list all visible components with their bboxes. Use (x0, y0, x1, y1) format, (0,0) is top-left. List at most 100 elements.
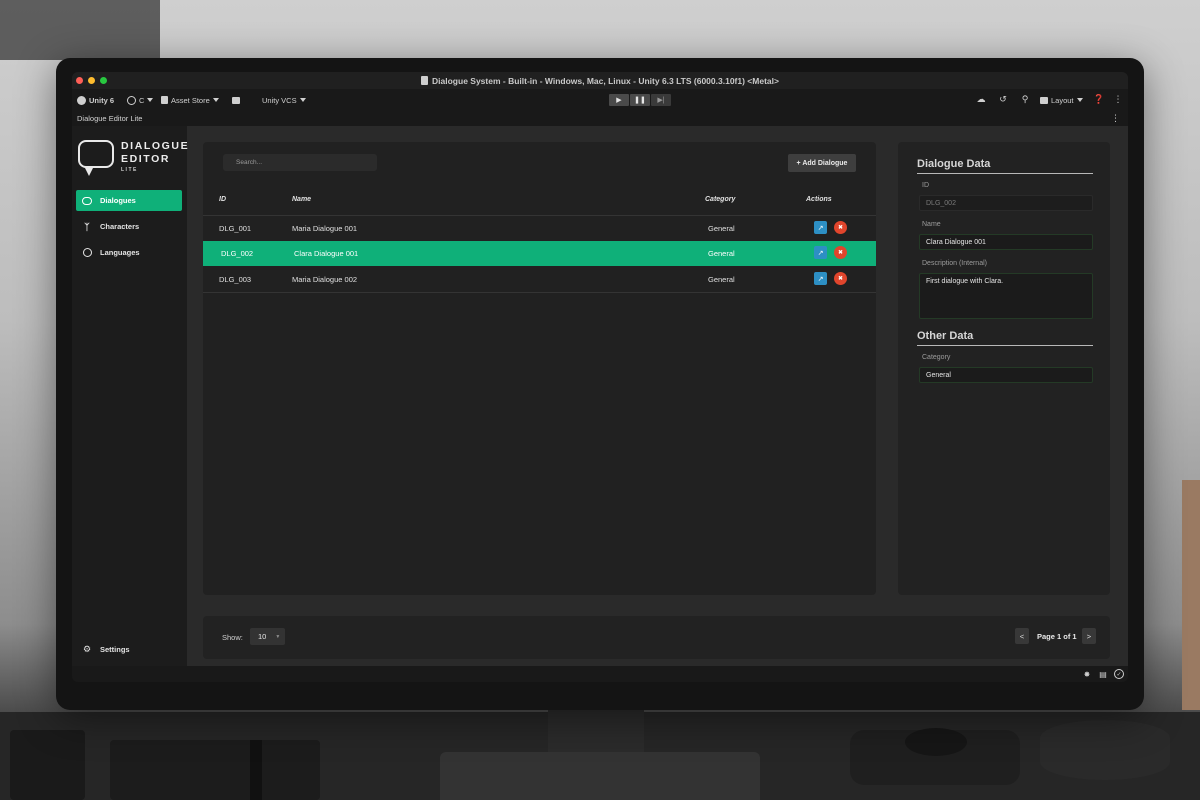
id-field-label: ID (922, 182, 929, 189)
other-data-title: Other Data (917, 330, 974, 342)
column-header-id: ID (219, 196, 226, 203)
play-icon[interactable]: ▶ (609, 94, 629, 106)
window-title-group: Dialogue System - Built-in - Windows, Ma… (72, 72, 1128, 89)
account-dropdown[interactable]: C (127, 94, 154, 106)
shopping-bag-icon (161, 96, 168, 104)
dialogue-editor-logo: DIALOGUE EDITOR LITE (78, 140, 188, 180)
sidebar-item-label: Characters (100, 222, 140, 231)
editor-window-title[interactable]: Dialogue Editor Lite (77, 114, 142, 123)
page-indicator: Page 1 of 1 (1037, 632, 1077, 641)
open-icon[interactable]: ↗ (814, 221, 827, 234)
show-label: Show: (222, 633, 243, 642)
row-divider (203, 292, 876, 293)
layout-dropdown[interactable]: Layout (1040, 94, 1083, 106)
table-row[interactable]: DLG_001 Maria Dialogue 001 General ↗ ✖ (203, 216, 876, 241)
step-icon[interactable]: ▶| (651, 94, 671, 106)
row-id: DLG_003 (219, 275, 252, 284)
sidebar: DIALOGUE EDITOR LITE Dialogues ᛉ Charact… (72, 126, 188, 666)
layout-icon (1040, 96, 1048, 104)
asset-store-label: Asset Store (171, 95, 210, 105)
row-category: General (708, 275, 735, 284)
checkmark-icon[interactable]: ✓ (1114, 669, 1124, 679)
table-row[interactable]: DLG_003 Maria Dialogue 002 General ↗ ✖ (203, 267, 876, 292)
sidebar-item-characters[interactable]: ᛉ Characters (76, 216, 182, 237)
unity-vcs-dropdown[interactable]: Unity VCS (262, 94, 306, 106)
add-dialogue-button[interactable]: + Add Dialogue (788, 154, 856, 172)
dialogue-editor: DIALOGUE EDITOR LITE Dialogues ᛉ Charact… (72, 126, 1128, 666)
delete-icon[interactable]: ✖ (834, 246, 847, 259)
column-header-actions: Actions (806, 196, 832, 203)
account-label: C (139, 95, 145, 105)
id-field: DLG_002 (919, 195, 1093, 211)
unity-vcs-label: Unity VCS (262, 95, 297, 105)
description-field[interactable]: First dialogue with Clara. (919, 273, 1093, 319)
layout-label: Layout (1051, 95, 1074, 105)
dialogue-details-panel: Dialogue Data ID DLG_002 Name Clara Dial… (898, 142, 1110, 595)
sidebar-item-settings[interactable]: ⚙ Settings (76, 639, 182, 660)
bug-icon[interactable]: ✸ (1082, 669, 1092, 679)
sidebar-item-label: Settings (100, 645, 130, 654)
chevron-down-icon (147, 98, 154, 102)
unity-version-button[interactable]: Unity 6 (77, 94, 114, 106)
asset-store-dropdown[interactable]: Asset Store (161, 94, 219, 106)
dialogue-list-panel: + Add Dialogue ID Name Category Actions … (203, 142, 876, 595)
name-field-label: Name (922, 221, 941, 228)
history-icon[interactable]: ↺ (997, 93, 1009, 106)
window-title: Dialogue System - Built-in - Windows, Ma… (432, 75, 779, 86)
delete-icon[interactable]: ✖ (834, 272, 847, 285)
column-header-category: Category (705, 196, 736, 203)
search-icon[interactable]: ⚲ (1019, 93, 1031, 106)
dialogue-data-title: Dialogue Data (917, 158, 991, 170)
cloud-icon[interactable]: ☁ (975, 93, 987, 106)
table-row-selected[interactable]: DLG_002 Clara Dialogue 001 General ↗ ✖ (203, 241, 876, 266)
row-category: General (708, 249, 735, 258)
row-name: Maria Dialogue 001 (292, 224, 358, 233)
status-bar: ✸ ▤ ✓ (72, 666, 1128, 682)
window-menu-icon[interactable]: ⋮ (1111, 113, 1120, 124)
delete-icon[interactable]: ✖ (834, 221, 847, 234)
category-field-label: Category (922, 354, 951, 361)
chevron-down-icon (1076, 98, 1083, 102)
row-id: DLG_001 (219, 224, 252, 233)
row-category: General (708, 224, 735, 233)
section-divider (917, 173, 1093, 174)
desk-device-top (905, 728, 967, 756)
page-size-value: 10 (258, 632, 267, 641)
chevron-down-icon: ▼ (275, 633, 281, 640)
desk-notebook (110, 740, 320, 800)
unity-version-label: Unity 6 (89, 95, 115, 105)
unity-toolbar: Unity 6 C Asset Store Unity VCS ▶ ❚❚ ▶| … (72, 89, 1128, 111)
sidebar-item-languages[interactable]: Languages (76, 242, 182, 263)
name-field[interactable]: Clara Dialogue 001 (919, 234, 1093, 250)
playmode-controls: ▶ ❚❚ ▶| (609, 94, 671, 106)
monitor-screen: Dialogue System - Built-in - Windows, Ma… (72, 72, 1128, 682)
row-id: DLG_002 (221, 249, 254, 258)
next-page-button[interactable]: > (1082, 628, 1096, 644)
database-icon[interactable]: ▤ (1098, 669, 1108, 679)
search-input[interactable] (223, 154, 377, 171)
chat-bubble-icon (82, 196, 92, 206)
chevron-down-icon (299, 98, 306, 102)
package-button[interactable] (232, 94, 240, 106)
title-bar: Dialogue System - Built-in - Windows, Ma… (72, 72, 1128, 89)
previous-page-button[interactable]: < (1015, 628, 1029, 644)
page-size-select[interactable]: 10 ▼ (250, 628, 285, 645)
sidebar-item-dialogues[interactable]: Dialogues (76, 190, 182, 211)
description-field-label: Description (Internal) (922, 260, 987, 267)
pause-icon[interactable]: ❚❚ (630, 94, 650, 106)
package-icon (232, 96, 240, 104)
help-icon[interactable]: ❓ (1093, 93, 1105, 106)
background-shelf (0, 0, 160, 60)
unity-logo-icon (77, 95, 86, 105)
background-lamp (1182, 480, 1200, 710)
more-options-icon[interactable]: ⋮ (1112, 93, 1124, 106)
row-name: Clara Dialogue 001 (294, 249, 359, 258)
logo-line3: LITE (121, 167, 138, 173)
open-icon[interactable]: ↗ (814, 272, 827, 285)
logo-bubble-tail (84, 166, 94, 176)
desk-speaker (1040, 720, 1170, 780)
open-icon[interactable]: ↗ (814, 246, 827, 259)
category-field[interactable]: General (919, 367, 1093, 383)
desk-box (10, 730, 85, 800)
globe-icon (82, 248, 92, 258)
